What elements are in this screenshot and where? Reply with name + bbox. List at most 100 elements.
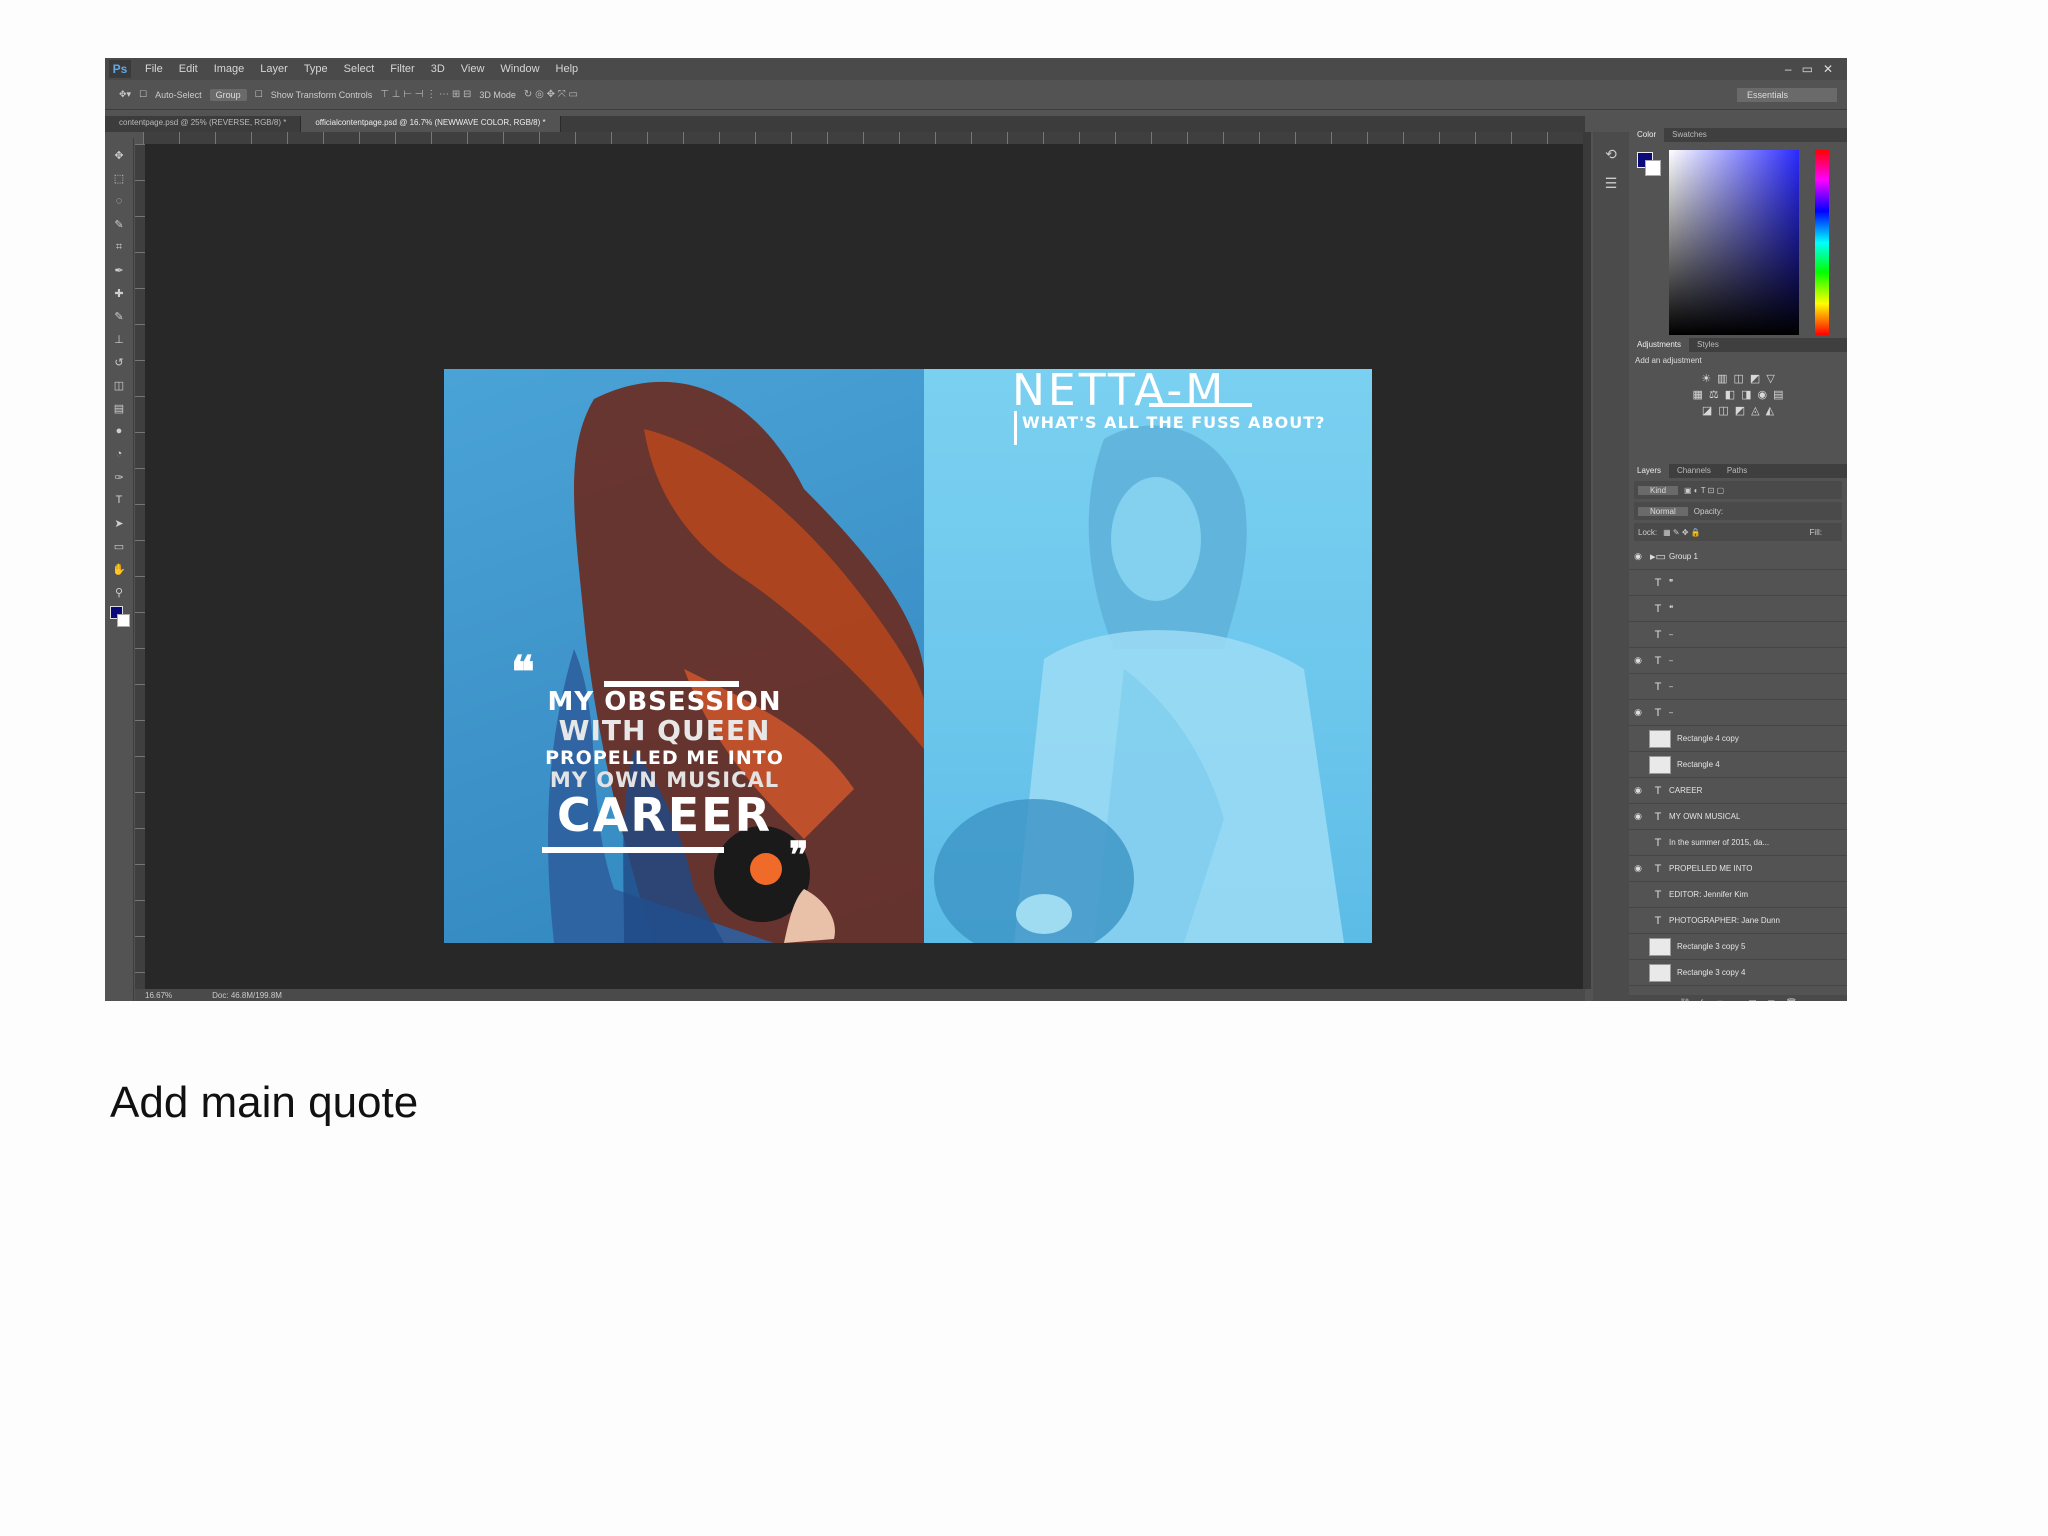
adjustment-icon[interactable]: ▤ <box>1773 388 1783 401</box>
layer-row[interactable]: ◉ ▸▭ Group 1 <box>1629 544 1847 570</box>
hand-tool-icon[interactable]: ✋ <box>110 560 128 578</box>
tab-paths[interactable]: Paths <box>1719 464 1755 478</box>
hue-slider[interactable] <box>1815 150 1829 335</box>
gradient-tool-icon[interactable]: ▤ <box>110 399 128 417</box>
eraser-tool-icon[interactable]: ◫ <box>110 376 128 394</box>
document-tab[interactable]: contentpage.psd @ 25% (REVERSE, RGB/8) * <box>105 116 302 132</box>
adjustment-icon[interactable]: ⚖ <box>1709 388 1719 401</box>
menu-help[interactable]: Help <box>556 63 579 75</box>
lasso-tool-icon[interactable]: ◌ <box>110 192 128 210</box>
marquee-tool-icon[interactable]: ⬚ <box>110 169 128 187</box>
3d-mode-icons[interactable]: ↻ ◎ ✥ ⤧ ▭ <box>524 89 578 100</box>
workspace-dropdown[interactable]: Essentials <box>1737 87 1837 102</box>
layer-row[interactable]: T EDITOR: Jennifer Kim <box>1629 882 1847 908</box>
visibility-eye-icon[interactable]: ◉ <box>1629 785 1647 796</box>
adjustment-icon[interactable]: ◧ <box>1725 388 1735 401</box>
layer-row[interactable]: ◉ T CAREER <box>1629 778 1847 804</box>
tab-channels[interactable]: Channels <box>1669 464 1719 478</box>
layer-row[interactable]: T PHOTOGRAPHER: Jane Dunn <box>1629 908 1847 934</box>
adjustment-icon[interactable]: ◫ <box>1718 404 1728 417</box>
visibility-eye-icon[interactable]: ◉ <box>1629 655 1647 666</box>
adjustment-icon[interactable]: ◩ <box>1735 404 1745 417</box>
crop-tool-icon[interactable]: ⌗ <box>110 238 128 256</box>
shape-tool-icon[interactable]: ▭ <box>110 537 128 555</box>
history-brush-tool-icon[interactable]: ↺ <box>110 353 128 371</box>
close-icon[interactable]: ✕ <box>1823 62 1833 76</box>
visibility-eye-icon[interactable]: ◉ <box>1629 811 1647 822</box>
tab-styles[interactable]: Styles <box>1689 338 1727 352</box>
eyedropper-tool-icon[interactable]: ✒ <box>110 261 128 279</box>
menu-layer[interactable]: Layer <box>260 63 288 75</box>
healing-tool-icon[interactable]: ✚ <box>110 284 128 302</box>
adjustment-icon[interactable]: ◫ <box>1734 372 1744 385</box>
layers-footer-icon[interactable]: ▢ <box>1767 998 1776 1002</box>
tab-color[interactable]: Color <box>1629 128 1665 142</box>
layers-footer-icon[interactable]: ◐ <box>1733 998 1738 1001</box>
adjustment-icon[interactable]: ☀ <box>1701 372 1711 385</box>
adjustment-icon[interactable]: ▥ <box>1717 372 1727 385</box>
color-swatches-icon[interactable] <box>110 606 130 627</box>
layers-footer-icon[interactable]: ◘ <box>1718 998 1723 1001</box>
adjustment-icon[interactable]: ◪ <box>1702 404 1712 417</box>
align-icons[interactable]: ⊤ ⊥ ⊢ ⊣ ⋮ ⋯ ⊞ ⊟ <box>380 89 471 100</box>
layer-row[interactable]: ◉ T – <box>1629 648 1847 674</box>
properties-icon[interactable]: ☰ <box>1605 175 1618 192</box>
adjustment-icon[interactable]: ▽ <box>1766 372 1774 385</box>
maximize-icon[interactable]: ▭ <box>1802 62 1813 76</box>
move-tool-icon[interactable]: ✥ <box>110 146 128 164</box>
layer-row[interactable]: Rectangle 4 <box>1629 752 1847 778</box>
adjustment-icon[interactable]: ◉ <box>1758 388 1768 401</box>
blend-mode-dropdown[interactable]: Normal <box>1638 506 1688 516</box>
menu-edit[interactable]: Edit <box>179 63 198 75</box>
tab-layers[interactable]: Layers <box>1629 464 1670 478</box>
adjustment-icon[interactable]: ◬ <box>1751 404 1759 417</box>
auto-select-dropdown[interactable]: Group <box>209 88 247 101</box>
menu-type[interactable]: Type <box>304 63 328 75</box>
type-tool-icon[interactable]: T <box>110 491 128 509</box>
layer-row[interactable]: T In the summer of 2015, da... <box>1629 830 1847 856</box>
dodge-tool-icon[interactable]: ◔ <box>110 445 128 463</box>
visibility-eye-icon[interactable]: ◉ <box>1629 863 1647 874</box>
zoom-tool-icon[interactable]: ⚲ <box>110 583 128 601</box>
adjustment-icon[interactable]: ◩ <box>1750 372 1760 385</box>
layer-filter-dropdown[interactable]: Kind <box>1638 485 1679 495</box>
layer-row[interactable]: Rectangle 3 copy 5 <box>1629 934 1847 960</box>
menu-filter[interactable]: Filter <box>390 63 414 75</box>
brush-tool-icon[interactable]: ✎ <box>110 307 128 325</box>
layers-footer-icon[interactable]: fx <box>1701 998 1708 1001</box>
background-color-swatch[interactable] <box>1645 160 1661 176</box>
layer-row[interactable]: T – <box>1629 622 1847 648</box>
blur-tool-icon[interactable]: ● <box>110 422 128 440</box>
path-select-tool-icon[interactable]: ➤ <box>110 514 128 532</box>
layers-footer-icon[interactable]: ▣ <box>1748 998 1757 1002</box>
adjustment-icon[interactable]: ◨ <box>1741 388 1751 401</box>
minimize-icon[interactable]: – <box>1785 62 1792 76</box>
lock-icons[interactable]: ▦ ✎ ✥ 🔒 <box>1663 528 1701 537</box>
menu-view[interactable]: View <box>461 63 485 75</box>
canvas-scrollbar[interactable] <box>1583 132 1591 989</box>
transform-controls-checkbox[interactable]: ☐ <box>255 89 263 100</box>
background-swatch[interactable] <box>117 614 130 627</box>
history-icon[interactable]: ⟲ <box>1605 146 1617 163</box>
layer-row[interactable]: T ❞ <box>1629 570 1847 596</box>
layer-row[interactable]: ◉ T PROPELLED ME INTO <box>1629 856 1847 882</box>
menu-window[interactable]: Window <box>500 63 539 75</box>
document-canvas[interactable]: ❝ MY OBSESSION WITH QUEEN PROPELLED ME I… <box>145 144 1583 989</box>
adjustment-icon[interactable]: ▦ <box>1692 388 1702 401</box>
layer-row[interactable]: Rectangle 3 copy 4 <box>1629 960 1847 986</box>
menu-select[interactable]: Select <box>344 63 375 75</box>
menu-image[interactable]: Image <box>214 63 245 75</box>
pen-tool-icon[interactable]: ✑ <box>110 468 128 486</box>
filter-icons[interactable]: ▣ ◐ T ⊡ ▢ <box>1684 486 1724 495</box>
layer-row[interactable]: T – <box>1629 674 1847 700</box>
color-field[interactable] <box>1669 150 1799 335</box>
layers-footer-icon[interactable]: ⛓ <box>1679 998 1690 1002</box>
tab-adjustments[interactable]: Adjustments <box>1629 338 1690 352</box>
document-tab-active[interactable]: officialcontentpage.psd @ 16.7% (NEWWAVE… <box>301 116 561 132</box>
layer-row[interactable]: T ❝ <box>1629 596 1847 622</box>
zoom-level[interactable]: 16.67% <box>145 991 172 1000</box>
tab-swatches[interactable]: Swatches <box>1664 128 1715 142</box>
auto-select-checkbox[interactable]: ☐ <box>139 89 147 100</box>
visibility-eye-icon[interactable]: ◉ <box>1629 551 1647 562</box>
adjustment-icon[interactable]: ◭ <box>1766 404 1774 417</box>
